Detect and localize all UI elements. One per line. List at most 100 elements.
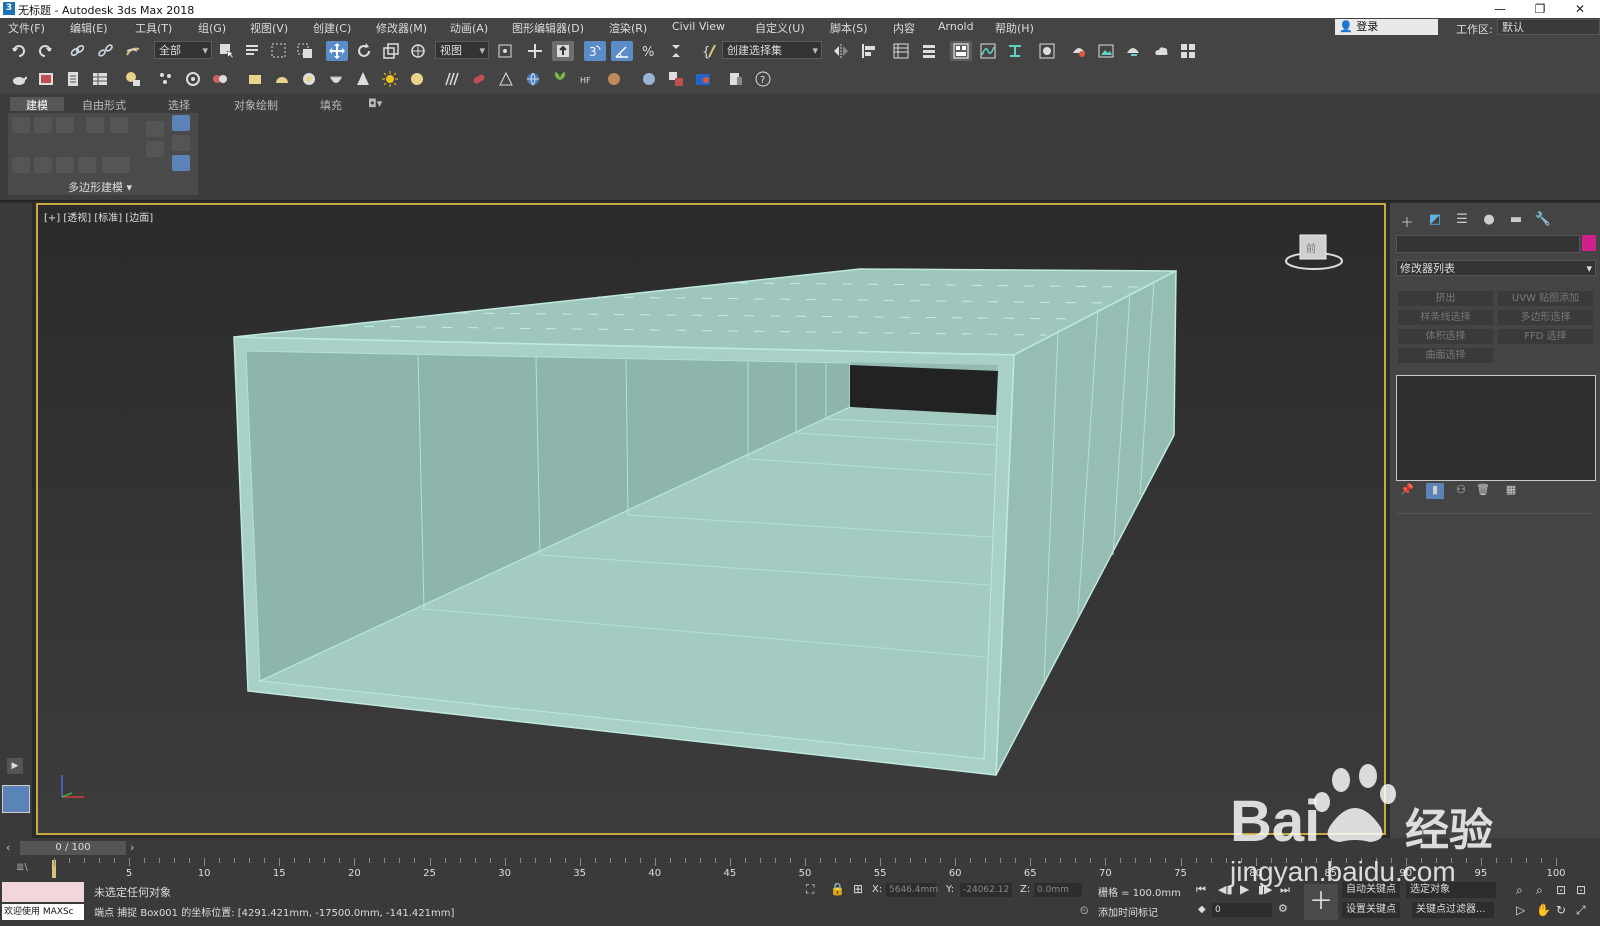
make-unique-icon[interactable]: ⚇ bbox=[1452, 483, 1470, 499]
key-mode-toggle-icon[interactable]: ◆ bbox=[1198, 904, 1206, 915]
orbit-icon[interactable]: ↻ bbox=[1556, 903, 1566, 917]
surface-select-button[interactable]: 曲面选择 bbox=[1398, 348, 1493, 363]
rendered-frame-window-icon[interactable] bbox=[1095, 41, 1117, 61]
a360-gallery-icon[interactable] bbox=[1177, 41, 1199, 61]
mini-curve-editor-icon[interactable]: ≣\ bbox=[16, 862, 28, 873]
menu-view[interactable]: 视图(V) bbox=[250, 20, 288, 36]
render-in-cloud-icon[interactable] bbox=[1150, 41, 1172, 61]
bind-space-warp-icon[interactable] bbox=[122, 41, 144, 61]
skylight-icon[interactable] bbox=[406, 69, 428, 89]
view-align-icon[interactable] bbox=[56, 157, 74, 173]
extrude-modifier-button[interactable]: 挤出 bbox=[1398, 291, 1493, 306]
make-planar-icon[interactable] bbox=[34, 157, 52, 173]
remove-modifier-icon[interactable]: 🗑 bbox=[1474, 483, 1492, 499]
select-manipulate-icon[interactable] bbox=[524, 41, 546, 61]
audio-icon[interactable] bbox=[182, 69, 204, 89]
menu-customize[interactable]: 自定义(U) bbox=[755, 20, 805, 36]
scene-explorer-icon[interactable] bbox=[890, 41, 912, 61]
repeat-last-icon[interactable] bbox=[102, 157, 130, 173]
show-end-result-icon[interactable] bbox=[172, 115, 190, 131]
expand-layout-icon[interactable]: ▶ bbox=[7, 758, 23, 774]
utilities-tab-icon[interactable]: 🔧 bbox=[1534, 212, 1552, 228]
unlink-icon[interactable] bbox=[94, 41, 116, 61]
pivot-center-icon[interactable] bbox=[494, 41, 516, 61]
perspective-viewport[interactable]: [+] [透视] [标准] [边面] 前 bbox=[36, 203, 1386, 835]
hierarchy-tab-icon[interactable]: ☰ bbox=[1453, 212, 1471, 228]
modify-tab-icon[interactable]: ◩ bbox=[1426, 212, 1444, 228]
menu-content[interactable]: 内容 bbox=[893, 20, 915, 36]
border-mode-icon[interactable] bbox=[56, 117, 74, 133]
zoom-extents-icon[interactable]: ⊡ bbox=[1556, 883, 1566, 897]
object-name-input[interactable] bbox=[1396, 235, 1580, 253]
grid-align-icon[interactable] bbox=[78, 157, 96, 173]
menu-animation[interactable]: 动画(A) bbox=[450, 20, 488, 36]
box-mesh[interactable]: 前 bbox=[38, 205, 1384, 833]
maxscript-mini-listener[interactable]: 欢迎使用 MAXSc bbox=[2, 904, 84, 920]
volume-select-button[interactable]: 体积选择 bbox=[1398, 329, 1493, 344]
ffd-select-button[interactable]: FFD 选择 bbox=[1498, 329, 1593, 344]
named-selection-dropdown[interactable]: 创建选择集 bbox=[722, 41, 822, 60]
menu-modifiers[interactable]: 修改器(M) bbox=[376, 20, 427, 36]
tab-modeling[interactable]: 建模 bbox=[10, 97, 64, 112]
polygon-modeling-label[interactable]: 多边形建模 ▾ bbox=[68, 179, 132, 195]
particle-icon[interactable] bbox=[155, 69, 177, 89]
modifier-list-dropdown[interactable]: 修改器列表 bbox=[1396, 260, 1596, 277]
zoom-all-icon[interactable]: ⌕ bbox=[1536, 883, 1543, 898]
pill-icon[interactable] bbox=[468, 69, 490, 89]
hemisphere-icon[interactable] bbox=[271, 69, 293, 89]
angle-snap-icon[interactable] bbox=[611, 41, 633, 61]
layout-thumbnail[interactable] bbox=[2, 785, 30, 813]
isolate-selection-icon[interactable]: ⛶ bbox=[806, 882, 814, 897]
time-next-icon[interactable]: › bbox=[130, 841, 134, 854]
teapot-icon[interactable] bbox=[8, 69, 30, 89]
bowl-icon[interactable] bbox=[325, 69, 347, 89]
select-move-icon[interactable] bbox=[326, 41, 348, 61]
reference-coordinate-dropdown[interactable]: 视图 bbox=[435, 41, 489, 60]
fov-icon[interactable]: ▷ bbox=[1516, 903, 1525, 917]
collapse-stack-icon[interactable] bbox=[172, 135, 190, 151]
menu-edit[interactable]: 编辑(E) bbox=[70, 20, 108, 36]
render-setup-icon[interactable] bbox=[1068, 41, 1090, 61]
zoom-extents-all-icon[interactable]: ⊡ bbox=[1576, 883, 1586, 897]
ribbon-toggle-icon[interactable] bbox=[950, 41, 972, 61]
polygon-mode-icon[interactable] bbox=[86, 117, 104, 133]
link-icon[interactable] bbox=[66, 41, 88, 61]
redo-icon[interactable] bbox=[34, 41, 56, 61]
absolute-mode-icon[interactable]: ⊞ bbox=[853, 882, 863, 896]
minimize-button[interactable]: — bbox=[1480, 0, 1520, 18]
globe-icon[interactable] bbox=[522, 69, 544, 89]
menu-tools[interactable]: 工具(T) bbox=[135, 20, 172, 36]
element-mode-icon[interactable] bbox=[110, 117, 128, 133]
pan-icon[interactable]: ✋ bbox=[1536, 903, 1551, 917]
create-tab-icon[interactable]: ＋ bbox=[1398, 212, 1416, 231]
cone-icon[interactable] bbox=[352, 69, 374, 89]
tab-freeform[interactable]: 自由形式 bbox=[82, 97, 126, 112]
time-slider[interactable]: 0 / 100 bbox=[20, 841, 126, 855]
cloth-icon[interactable] bbox=[603, 69, 625, 89]
edge-mode-icon[interactable] bbox=[34, 117, 52, 133]
spinner-snap-icon[interactable] bbox=[665, 41, 687, 61]
display-tab-icon[interactable]: ▬ bbox=[1507, 212, 1525, 228]
rect-selection-icon[interactable] bbox=[268, 41, 290, 61]
motion-tab-icon[interactable]: ● bbox=[1480, 212, 1498, 228]
x-coord-field[interactable]: 5646.4mm bbox=[886, 883, 938, 897]
undo-icon[interactable] bbox=[8, 41, 30, 61]
percent-snap-icon[interactable]: % bbox=[638, 41, 660, 61]
render-preview-icon[interactable] bbox=[692, 69, 714, 89]
login-dropdown[interactable]: 👤 登录 bbox=[1335, 19, 1438, 35]
menu-civil-view[interactable]: Civil View bbox=[672, 20, 725, 33]
measure-icon[interactable] bbox=[495, 69, 517, 89]
selection-filter-dropdown[interactable]: 全部 bbox=[154, 41, 212, 60]
show-end-result-icon[interactable]: ▮ bbox=[1426, 483, 1444, 499]
material-editor-icon[interactable] bbox=[1036, 41, 1058, 61]
menu-help[interactable]: 帮助(H) bbox=[995, 20, 1034, 36]
image-viewer-icon[interactable] bbox=[35, 69, 57, 89]
workspace-dropdown[interactable]: 默认 bbox=[1497, 19, 1600, 35]
menu-file[interactable]: 文件(F) bbox=[8, 20, 45, 36]
sun-light-icon[interactable] bbox=[379, 69, 401, 89]
view-cube[interactable]: 前 bbox=[1285, 234, 1343, 270]
hair-icon[interactable] bbox=[441, 69, 463, 89]
bulb-icon[interactable] bbox=[122, 69, 144, 89]
sphere-icon[interactable] bbox=[298, 69, 320, 89]
restore-button[interactable]: ❐ bbox=[1520, 0, 1560, 18]
